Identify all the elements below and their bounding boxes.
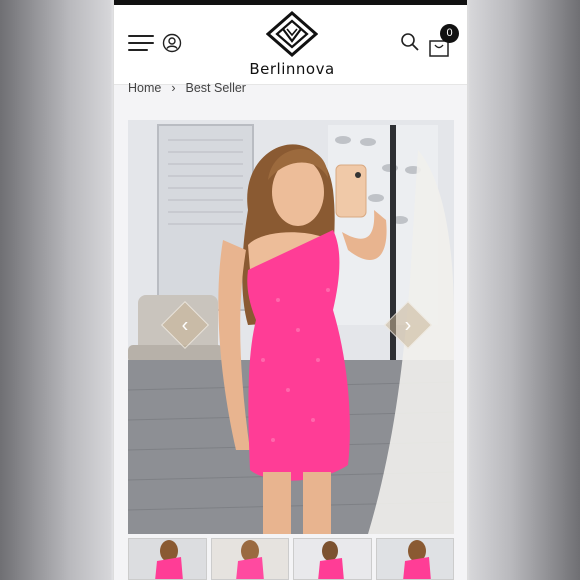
breadcrumb-home[interactable]: Home — [128, 81, 161, 95]
cart-count-badge: 0 — [440, 24, 459, 43]
product-main-image[interactable]: ‹ › — [128, 120, 454, 534]
thumbnail[interactable] — [128, 538, 207, 580]
search-icon[interactable] — [400, 32, 420, 52]
hamburger-menu-icon[interactable] — [128, 35, 154, 53]
chevron-right-icon: › — [404, 314, 412, 337]
breadcrumb: Home › Best Seller — [128, 80, 246, 96]
brand-logo[interactable]: Berlinnova — [242, 11, 342, 81]
breadcrumb-separator: › — [171, 81, 176, 95]
mobile-screen: Berlinnova 0 Home › Best Seller ‹ › — [113, 0, 468, 580]
breadcrumb-underlay — [114, 96, 467, 110]
cart-button[interactable]: 0 — [428, 24, 462, 60]
thumbnail-strip — [128, 538, 454, 580]
site-header: Berlinnova 0 — [114, 5, 467, 85]
thumbnail[interactable] — [210, 538, 289, 580]
breadcrumb-best-seller[interactable]: Best Seller — [186, 81, 246, 95]
thumbnail[interactable] — [375, 538, 454, 580]
thumbnail[interactable] — [293, 538, 372, 580]
brand-name: Berlinnova — [249, 60, 335, 78]
chevron-left-icon: ‹ — [181, 314, 189, 337]
logo-diamond-icon — [266, 11, 318, 57]
user-account-icon[interactable] — [162, 33, 182, 53]
